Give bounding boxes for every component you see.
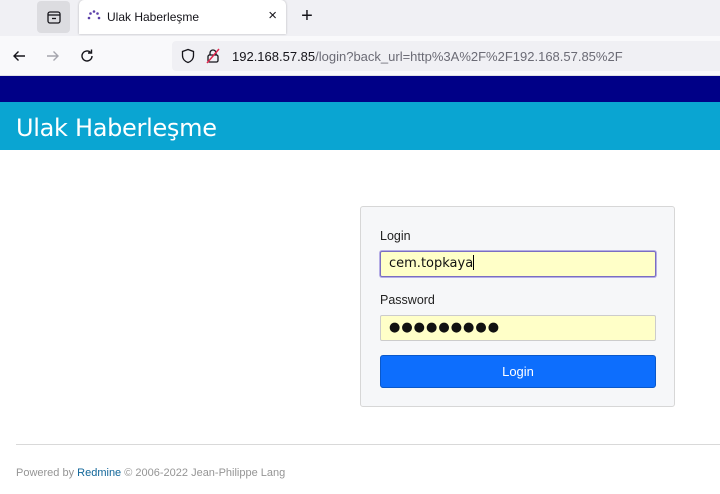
url-text[interactable]: 192.168.57.85/login?back_url=http%3A%2F%… xyxy=(232,49,623,64)
footer-copyright: © 2006-2022 Jean-Philippe Lang xyxy=(124,467,286,479)
navigation-bar: 192.168.57.85/login?back_url=http%3A%2F%… xyxy=(0,36,720,76)
forward-arrow-icon xyxy=(47,51,59,61)
text-caret xyxy=(473,255,475,270)
tracking-protection-shield-icon[interactable] xyxy=(180,48,196,64)
loading-icon xyxy=(87,10,101,20)
browser-tab-active[interactable]: Ulak Haberleşme × xyxy=(79,0,286,34)
address-bar[interactable]: 192.168.57.85/login?back_url=http%3A%2F%… xyxy=(172,41,720,71)
reload-icon xyxy=(81,49,93,62)
tab-manager-icon xyxy=(46,11,61,24)
tab-manager-button[interactable] xyxy=(37,1,70,33)
login-submit-button[interactable]: Login xyxy=(380,355,656,388)
back-button[interactable] xyxy=(7,44,31,68)
new-tab-button[interactable]: + xyxy=(296,6,318,28)
top-menu-bar xyxy=(0,76,720,102)
url-path: /login?back_url=http%3A%2F%2F192.168.57.… xyxy=(315,49,623,64)
login-form: Login cem.topkaya Password ●●●●●●●●● Log… xyxy=(360,206,675,407)
site-header: Ulak Haberleşme xyxy=(0,102,720,150)
password-input[interactable]: ●●●●●●●●● xyxy=(380,315,656,341)
password-label: Password xyxy=(380,293,435,307)
insecure-lock-icon[interactable] xyxy=(205,48,221,64)
reload-button[interactable] xyxy=(75,44,99,68)
forward-button[interactable] xyxy=(41,44,65,68)
footer: Powered by Redmine © 2006-2022 Jean-Phil… xyxy=(16,467,285,479)
password-value: ●●●●●●●●● xyxy=(389,320,501,335)
url-host: 192.168.57.85 xyxy=(232,49,316,64)
tab-title: Ulak Haberleşme xyxy=(107,10,200,24)
site-title: Ulak Haberleşme xyxy=(16,114,217,142)
tab-close-icon[interactable]: × xyxy=(268,7,277,25)
footer-powered-by: Powered by xyxy=(16,467,75,479)
login-label: Login xyxy=(380,229,411,243)
redmine-link[interactable]: Redmine xyxy=(77,467,121,479)
username-value: cem.topkaya xyxy=(389,256,474,271)
browser-tab-strip: Ulak Haberleşme × + xyxy=(0,0,720,36)
back-arrow-icon xyxy=(13,51,25,61)
username-input[interactable]: cem.topkaya xyxy=(380,251,656,277)
footer-divider xyxy=(16,444,720,445)
